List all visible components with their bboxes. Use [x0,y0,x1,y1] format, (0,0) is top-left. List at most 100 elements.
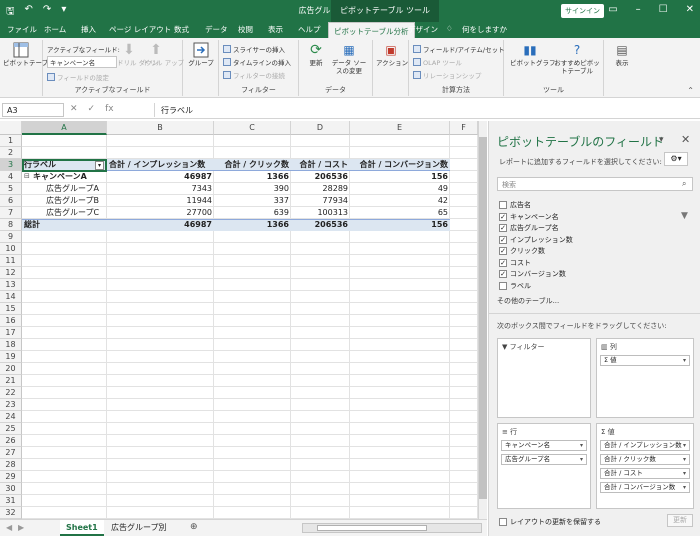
pivot-chart-button[interactable]: ▮▮ ピボットグラフ [510,42,556,67]
refresh-button[interactable]: ⟳ 更新 [302,42,330,67]
more-tables-link[interactable]: その他のテーブル... [497,296,559,306]
row-header[interactable]: 11 [0,255,22,267]
row-header[interactable]: 24 [0,411,22,423]
col-header-e[interactable]: E [350,121,450,135]
horizontal-scrollbar[interactable] [302,523,482,533]
row-header[interactable]: 14 [0,291,22,303]
row-header[interactable]: 8 [0,219,22,231]
fields-items-sets-button[interactable]: フィールド/アイテム/セット [413,44,505,54]
column-field-chip[interactable]: Σ 値 ▾ [600,355,690,366]
relationships-button[interactable]: リレーションシップ [413,70,481,80]
tab-pivot-analyze[interactable]: ピボットテーブル分析 [328,22,415,38]
field-item[interactable]: ✓ コンバージョン数 [499,269,566,279]
row-header[interactable]: 1 [0,135,22,147]
action-button[interactable]: ▣ アクション [376,42,408,67]
prev-sheet-icon[interactable]: ◀ [6,523,12,532]
chip-dropdown-icon[interactable]: ▾ [580,441,583,450]
ribbon-options-icon[interactable]: ▭ [608,4,617,15]
recommended-pivot-button[interactable]: ? おすすめピボットテーブル [554,42,600,75]
col-header-f[interactable]: F [450,121,478,135]
row-header[interactable]: 28 [0,459,22,471]
row-header[interactable]: 31 [0,495,22,507]
close-icon[interactable]: ✕ [686,4,694,15]
value-field-chip[interactable]: 合計 / コスト ▾ [600,468,690,479]
drill-down-button[interactable]: ⬇ ドリル ダウン [117,42,158,67]
row-header[interactable]: 27 [0,447,22,459]
filter-connections-button[interactable]: フィルターの接続 [223,70,285,80]
olap-tools-button[interactable]: OLAP ツール [413,57,462,67]
active-field-input[interactable]: キャンペーン名 [47,56,117,68]
row-header[interactable]: 23 [0,399,22,411]
undo-icon[interactable]: ↶ [25,4,33,21]
formula-input[interactable]: 行ラベル [154,103,694,117]
signin-button[interactable]: サインイン [561,4,604,18]
insert-slicer-button[interactable]: スライサーの挿入 [223,44,285,54]
field-search-input[interactable]: 検索 [497,177,693,191]
field-item[interactable]: ✓ インプレッション数 [499,235,573,245]
pane-dropdown-icon[interactable]: ▾ [659,135,664,145]
row-field-chip[interactable]: キャンペーン名 ▾ [501,440,587,451]
defer-update-checkbox[interactable]: レイアウトの更新を保留する [499,517,601,527]
checkbox-icon[interactable] [499,281,507,290]
insert-timeline-button[interactable]: タイムラインの挿入 [223,57,291,67]
tab-file[interactable]: ファイル [7,24,37,35]
redo-icon[interactable]: ↷ [43,4,51,21]
row-header[interactable]: 9 [0,231,22,243]
rows-area[interactable]: ≡ 行 キャンペーン名 ▾ 広告グループ名 ▾ [497,423,591,509]
col-header-c[interactable]: C [214,121,291,135]
cancel-icon[interactable]: ✕ [70,104,78,114]
row-header[interactable]: 26 [0,435,22,447]
tab-page-layout[interactable]: ページ レイアウト [109,24,171,35]
field-item[interactable]: ✓ キャンペーン名 [499,212,559,222]
update-button[interactable]: 更新 [667,514,693,527]
chip-dropdown-icon[interactable]: ▾ [683,483,686,492]
row-header[interactable]: 16 [0,315,22,327]
collapse-ribbon-icon[interactable]: ⌃ [687,86,694,95]
chip-dropdown-icon[interactable]: ▾ [683,356,686,365]
chip-dropdown-icon[interactable]: ▾ [683,441,686,450]
tab-review[interactable]: 校閲 [238,24,253,35]
row-header[interactable]: 25 [0,423,22,435]
sheet-tab-adgroup[interactable]: 広告グループ別 [105,520,173,536]
checkbox-icon[interactable]: ✓ [499,212,507,221]
checkbox-icon[interactable]: ✓ [499,258,507,267]
minimize-icon[interactable]: – [636,4,641,15]
chip-dropdown-icon[interactable]: ▾ [683,469,686,478]
name-box[interactable]: A3 [2,103,64,117]
value-field-chip[interactable]: 合計 / インプレッション数 ▾ [600,440,690,451]
collapse-icon[interactable]: ⊟ [24,172,30,180]
checkbox-icon[interactable] [499,201,507,209]
pivot-table-button[interactable]: ピボットテーブル [3,42,55,67]
row-header[interactable]: 3 [0,159,22,171]
row-header[interactable]: 12 [0,267,22,279]
tell-me-box[interactable]: 何をしますか [462,24,507,35]
tab-help[interactable]: ヘルプ [298,24,321,35]
row-header[interactable]: 18 [0,339,22,351]
qat-dropdown-icon[interactable]: ▾ [61,4,66,21]
row-header[interactable]: 4 [0,171,22,183]
save-icon[interactable]: 🖫 [6,4,15,21]
chip-dropdown-icon[interactable]: ▾ [683,455,686,464]
checkbox-icon[interactable]: ✓ [499,224,507,232]
tab-view[interactable]: 表示 [268,24,283,35]
select-all-corner[interactable] [0,121,22,135]
col-header-a[interactable]: A [22,121,107,135]
chip-dropdown-icon[interactable]: ▾ [580,455,583,464]
checkbox-icon[interactable]: ✓ [499,270,507,278]
enter-icon[interactable]: ✓ [88,104,96,114]
add-sheet-icon[interactable]: ⊕ [190,522,198,532]
checkbox-icon[interactable]: ✓ [499,235,507,244]
pane-close-icon[interactable]: ✕ [681,133,690,146]
maximize-icon[interactable]: ☐ [659,4,668,15]
row-header[interactable]: 22 [0,387,22,399]
gear-icon[interactable]: ⚙▾ [664,152,688,166]
row-header[interactable]: 30 [0,483,22,495]
filters-area[interactable]: ▼ フィルター [497,338,591,418]
field-settings-button[interactable]: フィールドの設定 [47,72,109,82]
row-header[interactable]: 32 [0,507,22,519]
row-header[interactable]: 19 [0,351,22,363]
field-item[interactable]: ✓ クリック数 [499,246,545,256]
search-icon[interactable]: ♢ [446,24,453,33]
show-button[interactable]: ▤ 表示 [608,42,636,67]
values-area[interactable]: Σ 値 合計 / インプレッション数 ▾ 合計 / クリック数 ▾ 合計 / コスト… [596,423,694,509]
